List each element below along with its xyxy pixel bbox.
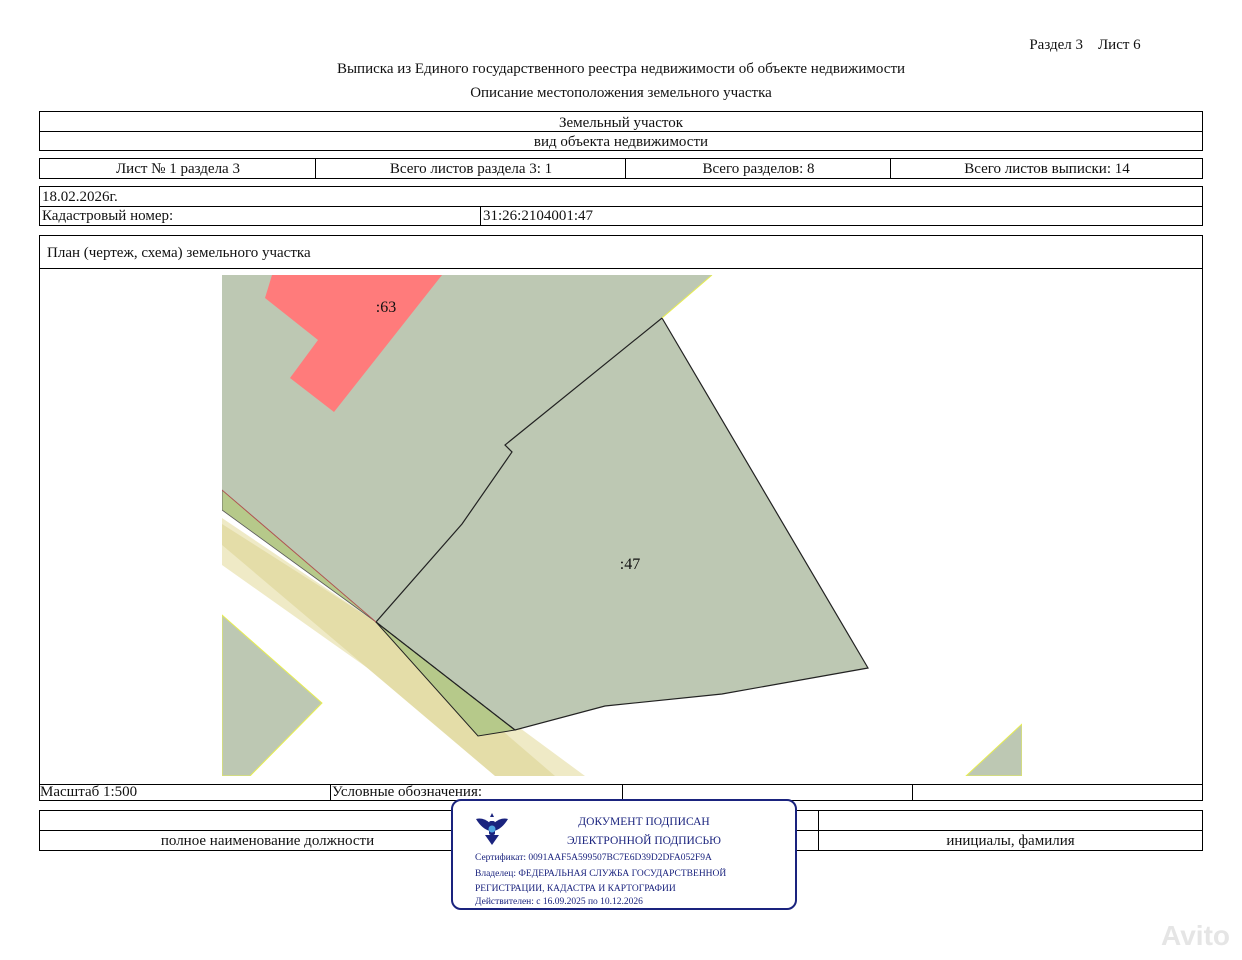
parcel-47-label: :47 xyxy=(620,556,640,573)
stamp-certificate: Сертификат: 0091AAF5A599507BC7E6D39D2DFA… xyxy=(475,853,712,863)
stamp-line2: ЭЛЕКТРОННОЙ ПОДПИСЬЮ xyxy=(567,835,721,847)
electronic-signature-stamp: ДОКУМЕНТ ПОДПИСАН ЭЛЕКТРОННОЙ ПОДПИСЬЮ С… xyxy=(451,799,797,910)
avito-watermark: Avito xyxy=(1161,920,1230,951)
parcel-63-label: :63 xyxy=(376,299,396,316)
name-caption: инициалы, фамилия xyxy=(946,833,1075,849)
position-caption: полное наименование должности xyxy=(160,833,375,849)
gray-area-southeast xyxy=(965,723,1022,776)
stamp-line1: ДОКУМЕНТ ПОДПИСАН xyxy=(578,816,710,828)
stamp-validity: Действителен: с 16.09.2025 по 10.12.2026 xyxy=(475,897,643,907)
gray-area-southwest xyxy=(222,614,323,776)
stamp-owner-line1: Владелец: ФЕДЕРАЛЬНАЯ СЛУЖБА ГОСУДАРСТВЕ… xyxy=(475,869,727,879)
stamp-owner-line2: РЕГИСТРАЦИИ, КАДАСТРА И КАРТОГРАФИИ xyxy=(475,884,676,894)
